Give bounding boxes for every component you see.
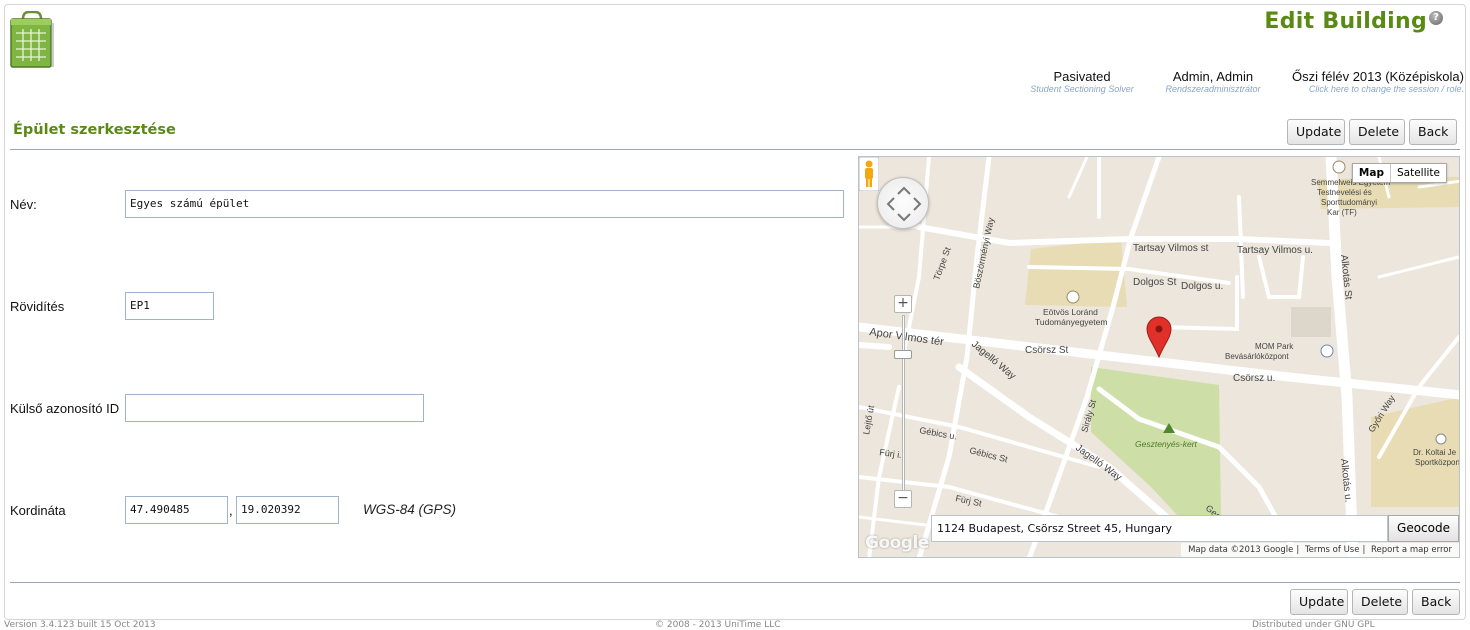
map-attribution: Map data ©2013 Google | Terms of Use | Rep…	[1181, 543, 1459, 557]
user-role: Rendszeradminisztrátor	[1165, 84, 1261, 94]
map-label: Gesztenyés-kert	[1135, 439, 1198, 449]
session-name: Őszi félév 2013 (Középiskola)	[1292, 69, 1464, 84]
map-type-satellite[interactable]: Satellite	[1391, 164, 1446, 182]
map-label: Kar (TF)	[1327, 208, 1357, 217]
back-button-bottom[interactable]: Back	[1412, 589, 1460, 615]
solver-status-label: Pasivated	[1053, 69, 1111, 84]
coordinate-system-label: WGS-84 (GPS)	[363, 502, 457, 517]
report-map-error-link[interactable]: Report a map error	[1371, 545, 1452, 555]
page-title: Edit Building	[1264, 9, 1427, 34]
terms-of-use-link[interactable]: Terms of Use	[1305, 545, 1360, 555]
map-label: Dolgos u.	[1181, 281, 1223, 292]
name-input[interactable]: Egyes számú épület	[125, 190, 844, 218]
map-label: Sporttudományi	[1321, 198, 1377, 207]
map-widget[interactable]: Tartsay Vilmos st Tartsay Vilmos u. Dolg…	[858, 156, 1460, 558]
latitude-input[interactable]: 47.490485	[125, 496, 228, 524]
footer-copyright[interactable]: © 2008 - 2013 UniTime LLC	[655, 620, 781, 630]
map-label: Tartsay Vilmos st	[1133, 243, 1209, 254]
zoom-in-button[interactable]: +	[894, 295, 912, 313]
section-title: Épület szerkesztése	[13, 122, 176, 138]
zoom-slider-track[interactable]	[902, 315, 905, 495]
map-label: MOM Park	[1255, 342, 1294, 351]
abbreviation-input[interactable]: EP1	[125, 292, 214, 320]
user-info[interactable]: Admin, Admin Rendszeradminisztrátor	[1163, 69, 1263, 94]
back-button-top[interactable]: Back	[1409, 119, 1457, 145]
map-label: Bevásárlóközpont	[1225, 352, 1289, 361]
longitude-input[interactable]: 19.020392	[236, 496, 339, 524]
university-poi-icon	[1066, 290, 1080, 304]
user-name: Admin, Admin	[1172, 69, 1254, 84]
map-type-control[interactable]: Map Satellite	[1351, 163, 1447, 183]
sportcenter-poi-icon	[1435, 433, 1447, 445]
session-selector[interactable]: Őszi félév 2013 (Középiskola) Click here…	[1286, 69, 1464, 94]
external-id-label: Külső azonosító ID	[10, 401, 120, 416]
map-label: Tartsay Vilmos u.	[1237, 245, 1313, 256]
footer-divider	[10, 582, 1460, 583]
name-label: Név:	[10, 197, 37, 212]
geocode-input[interactable]: 1124 Budapest, Csörsz Street 45, Hungary	[931, 515, 1388, 542]
map-label: Dolgos St	[1133, 277, 1177, 288]
solver-status[interactable]: Pasivated Student Sectioning Solver	[1030, 69, 1134, 94]
header-divider	[10, 149, 1460, 150]
update-button-top[interactable]: Update	[1287, 119, 1345, 145]
map-label: Tudományegyetem	[1035, 317, 1107, 327]
help-icon[interactable]: ?	[1429, 11, 1443, 25]
session-hint: Click here to change the session / role.	[1308, 84, 1464, 94]
map-label: Testnevelési és	[1317, 188, 1372, 197]
zoom-slider-handle[interactable]	[894, 350, 912, 359]
map-label: Eötvös Loránd	[1043, 307, 1098, 317]
map-label: Csörsz u.	[1233, 373, 1275, 384]
mall-poi-icon	[1320, 344, 1334, 358]
mall-area	[1291, 307, 1331, 337]
solver-status-sub: Student Sectioning Solver	[1030, 84, 1134, 94]
delete-button-top[interactable]: Delete	[1349, 119, 1405, 145]
external-id-input[interactable]	[125, 394, 424, 422]
coordinate-label: Kordináta	[10, 503, 66, 518]
map-label: Dr. Koltai Je	[1413, 448, 1457, 457]
footer-license[interactable]: Distributed under GNU GPL	[1252, 620, 1375, 630]
map-canvas[interactable]: Tartsay Vilmos st Tartsay Vilmos u. Dolg…	[859, 157, 1460, 558]
pegman-icon[interactable]	[859, 157, 879, 191]
faculty-poi-icon	[1332, 160, 1346, 174]
footer-version: Version 3.4.123 built 15 Oct 2013	[4, 620, 156, 630]
pan-control-icon[interactable]	[877, 177, 929, 229]
geocode-button[interactable]: Geocode	[1388, 515, 1459, 542]
map-label: Sportközpon	[1415, 458, 1460, 467]
unitime-logo-icon	[10, 11, 54, 68]
map-data-credit: Map data ©2013 Google	[1188, 545, 1294, 555]
abbreviation-label: Rövidítés	[10, 299, 65, 314]
delete-button-bottom[interactable]: Delete	[1352, 589, 1408, 615]
google-watermark: Google	[865, 533, 929, 553]
coordinate-separator: ,	[229, 503, 233, 518]
map-type-map[interactable]: Map	[1353, 164, 1391, 182]
map-label: Csörsz St	[1025, 345, 1069, 356]
update-button-bottom[interactable]: Update	[1290, 589, 1348, 615]
zoom-out-button[interactable]: −	[894, 490, 912, 508]
